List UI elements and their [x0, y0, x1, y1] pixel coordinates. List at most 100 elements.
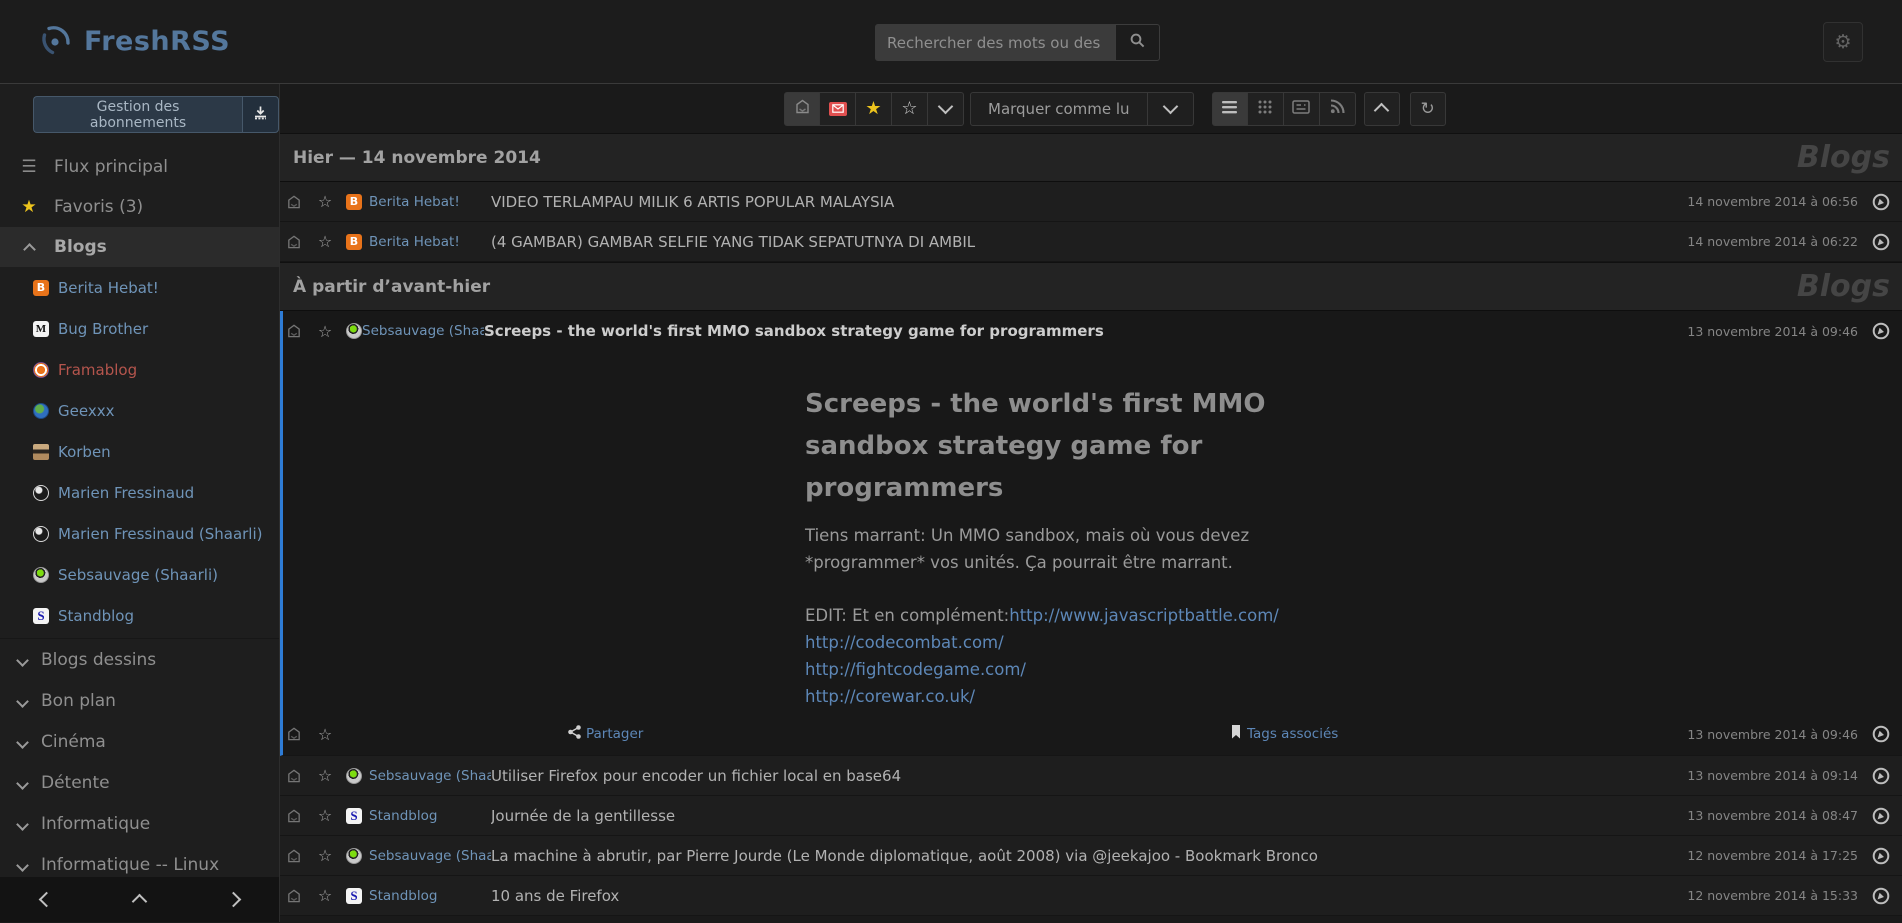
- read-on-site-icon[interactable]: [1872, 725, 1890, 743]
- scroll-top-button[interactable]: [1364, 92, 1400, 126]
- tags-button[interactable]: Tags associés: [1231, 713, 1338, 755]
- sidebar-item-favorites[interactable]: ★ Favoris (3): [0, 187, 279, 227]
- entry-title[interactable]: Journée de la gentillesse: [491, 807, 1675, 825]
- mark-as-read-dropdown[interactable]: [1148, 92, 1194, 126]
- entry-row[interactable]: ☆ S Standblog Journée de la gentillesse …: [280, 796, 1902, 836]
- sidebar-category-informatique[interactable]: Informatique: [0, 803, 279, 844]
- entry-title[interactable]: 10 ans de Firefox: [491, 887, 1675, 905]
- category-label: Blogs dessins: [41, 650, 156, 670]
- chevron-down-icon: [1162, 99, 1178, 115]
- view-reader-button[interactable]: [1284, 92, 1320, 126]
- filter-unread-button[interactable]: [820, 92, 856, 126]
- pager-top-button[interactable]: [110, 877, 170, 922]
- sidebar-category-blogs[interactable]: Blogs: [0, 227, 279, 267]
- bookmark-star-icon[interactable]: ☆: [317, 766, 333, 785]
- sidebar-feed-korben[interactable]: Korben: [0, 431, 279, 472]
- read-on-site-icon[interactable]: [1872, 887, 1890, 905]
- entry-row[interactable]: ☆ B Berita Hebat! (4 GAMBAR) GAMBAR SELF…: [280, 222, 1902, 262]
- entry-feed-name[interactable]: Standblog: [369, 808, 491, 824]
- bookmark-star-icon[interactable]: ☆: [317, 322, 333, 341]
- sidebar-category-bon-plan[interactable]: Bon plan: [0, 680, 279, 721]
- bookmark-star-icon[interactable]: ☆: [317, 192, 333, 211]
- sidebar-item-label: Blogs: [54, 237, 107, 257]
- entry-row[interactable]: ☆ Sebsauvage (Shaarli) La machine à abru…: [280, 836, 1902, 876]
- bookmark-star-icon[interactable]: ☆: [317, 806, 333, 825]
- feed-label: Berita Hebat!: [58, 279, 159, 297]
- sidebar-feed-bugbrother[interactable]: M Bug Brother: [0, 308, 279, 349]
- bookmark-star-icon[interactable]: ☆: [317, 725, 333, 744]
- rss-view-button[interactable]: [1320, 92, 1356, 126]
- bookmark-star-icon[interactable]: ☆: [317, 886, 333, 905]
- sidebar-item-main-stream[interactable]: ☰ Flux principal: [0, 147, 279, 187]
- search-input[interactable]: [875, 24, 1115, 61]
- article-link[interactable]: http://codecombat.com/: [805, 633, 1004, 652]
- view-grid-button[interactable]: [1248, 92, 1284, 126]
- mark-read-icon[interactable]: [286, 768, 302, 784]
- entry-feed-name[interactable]: Sebsauvage (Shaarli): [362, 323, 484, 339]
- read-on-site-icon[interactable]: [1872, 847, 1890, 865]
- entry-feed-name[interactable]: Sebsauvage (Shaarli): [369, 768, 491, 784]
- chevron-up-icon: [18, 241, 40, 254]
- read-on-site-icon[interactable]: [1872, 322, 1890, 340]
- category-label: Détente: [41, 773, 110, 793]
- sidebar-category-cinema[interactable]: Cinéma: [0, 721, 279, 762]
- mark-read-icon[interactable]: [286, 888, 302, 904]
- bookmark-star-icon[interactable]: ☆: [317, 232, 333, 251]
- app-logo[interactable]: FreshRSS: [40, 22, 230, 60]
- mark-read-icon[interactable]: [286, 848, 302, 864]
- sidebar-feed-geexxx[interactable]: Geexxx: [0, 390, 279, 431]
- pager-previous-button[interactable]: [17, 877, 77, 922]
- read-on-site-icon[interactable]: [1872, 767, 1890, 785]
- entry-feed-name[interactable]: Berita Hebat!: [369, 194, 491, 210]
- sidebar-feed-standblog[interactable]: S Standblog: [0, 595, 279, 636]
- import-export-button[interactable]: [242, 96, 279, 133]
- mark-read-icon[interactable]: [286, 194, 302, 210]
- filter-dropdown-button[interactable]: [928, 92, 964, 126]
- entry-feed-name[interactable]: Berita Hebat!: [369, 234, 491, 250]
- entry-title[interactable]: Utiliser Firefox pour encoder un fichier…: [491, 767, 1675, 785]
- entry-feed-name[interactable]: Sebsauvage (Shaarli): [369, 848, 491, 864]
- filter-read-button[interactable]: [784, 92, 820, 126]
- entry-row[interactable]: ☆ S Standblog 10 ans de Firefox 12 novem…: [280, 876, 1902, 916]
- day-title: À partir d’avant-hier: [293, 277, 490, 297]
- sidebar-category-blogs-dessins[interactable]: Blogs dessins: [0, 639, 279, 680]
- article-link[interactable]: http://fightcodegame.com/: [805, 660, 1026, 679]
- mark-read-icon[interactable]: [286, 323, 302, 339]
- share-button[interactable]: Partager: [568, 713, 643, 755]
- view-list-button[interactable]: [1212, 92, 1248, 126]
- sidebar-feed-marien[interactable]: Marien Fressinaud: [0, 472, 279, 513]
- sidebar-feed-marien-shaarli[interactable]: Marien Fressinaud (Shaarli): [0, 513, 279, 554]
- avatar-favicon: [33, 444, 49, 460]
- search-button[interactable]: [1115, 24, 1160, 61]
- sidebar-feed-sebsauvage[interactable]: Sebsauvage (Shaarli): [0, 554, 279, 595]
- entry-row[interactable]: ☆ Sebsauvage (Shaarli) Utiliser Firefox …: [280, 756, 1902, 796]
- tags-label[interactable]: Tags associés: [1247, 726, 1338, 742]
- entry-feed-name[interactable]: Standblog: [369, 888, 491, 904]
- sidebar-feed-framablog[interactable]: Framablog: [0, 349, 279, 390]
- manage-subscriptions-button[interactable]: Gestion des abonnements: [33, 96, 242, 133]
- read-on-site-icon[interactable]: [1872, 193, 1890, 211]
- entry-row[interactable]: ☆ B Berita Hebat! VIDEO TERLAMPAU MILIK …: [280, 182, 1902, 222]
- mark-as-read-button[interactable]: Marquer comme lu: [970, 92, 1148, 126]
- share-label[interactable]: Partager: [586, 726, 643, 742]
- article-link[interactable]: http://corewar.co.uk/: [805, 687, 975, 706]
- sidebar-feed-berita[interactable]: B Berita Hebat!: [0, 267, 279, 308]
- bookmark-star-icon[interactable]: ☆: [317, 846, 333, 865]
- filter-not-favorites-button[interactable]: ☆: [892, 92, 928, 126]
- refresh-button[interactable]: ↻: [1410, 92, 1446, 126]
- entry-title[interactable]: La machine à abrutir, par Pierre Jourde …: [491, 847, 1675, 865]
- entry-row[interactable]: ☆ Sebsauvage (Shaarli) Screeps - the wor…: [283, 311, 1902, 351]
- article-link[interactable]: http://www.javascriptbattle.com/: [1009, 606, 1279, 625]
- mark-read-icon[interactable]: [286, 808, 302, 824]
- entry-title[interactable]: VIDEO TERLAMPAU MILIK 6 ARTIS POPULAR MA…: [491, 193, 1675, 211]
- mark-read-icon[interactable]: [286, 726, 302, 742]
- filter-favorites-button[interactable]: ★: [856, 92, 892, 126]
- entry-title[interactable]: Screeps - the world's first MMO sandbox …: [484, 322, 1675, 340]
- settings-button[interactable]: ⚙: [1823, 22, 1863, 62]
- read-on-site-icon[interactable]: [1872, 233, 1890, 251]
- read-on-site-icon[interactable]: [1872, 807, 1890, 825]
- sidebar-category-detente[interactable]: Détente: [0, 762, 279, 803]
- entry-title[interactable]: (4 GAMBAR) GAMBAR SELFIE YANG TIDAK SEPA…: [491, 233, 1675, 251]
- pager-next-button[interactable]: [203, 877, 263, 922]
- mark-read-icon[interactable]: [286, 234, 302, 250]
